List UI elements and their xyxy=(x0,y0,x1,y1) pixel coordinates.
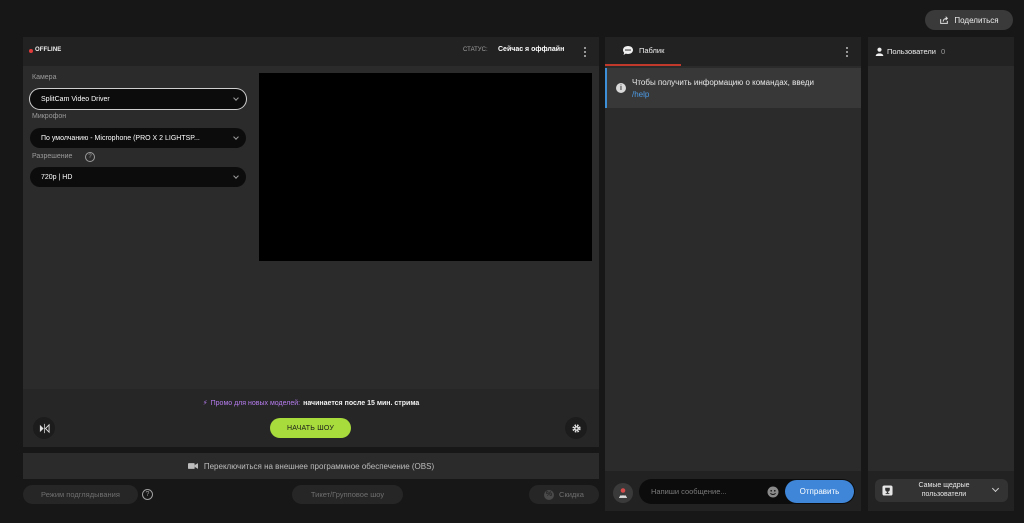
chevron-down-icon xyxy=(233,173,239,179)
users-panel: Пользователи 0 Самые щедрые пользователи xyxy=(868,37,1014,511)
spy-mode-help-icon[interactable]: ? xyxy=(142,489,153,500)
discount-button[interactable]: % Скидка xyxy=(529,485,599,504)
offline-indicator xyxy=(29,49,33,53)
microphone-value: По умолчанию - Microphone (PRO X 2 LIGHT… xyxy=(41,134,200,142)
share-icon xyxy=(940,16,949,24)
chat-bubble-icon xyxy=(623,46,633,55)
user-icon xyxy=(875,47,884,56)
camera-select[interactable]: SplitCam Video Driver xyxy=(30,89,246,109)
chevron-down-icon xyxy=(233,134,239,140)
ticket-group-show-button[interactable]: Тикет/Групповое шоу xyxy=(292,485,403,504)
start-show-button[interactable]: НАЧАТЬ ШОУ xyxy=(270,418,351,438)
status-value: Сейчас я оффлайн xyxy=(498,46,565,53)
status-label: СТАТУС: xyxy=(463,47,488,53)
chevron-down-icon xyxy=(233,95,239,101)
resolution-label: Разрешение xyxy=(32,153,73,160)
resolution-value: 720p | HD xyxy=(41,173,73,181)
obs-label: Переключиться на внешнее программное обе… xyxy=(203,461,435,471)
users-count: 0 xyxy=(940,47,946,56)
resolution-select[interactable]: 720p | HD xyxy=(30,167,246,187)
video-preview xyxy=(259,73,592,261)
chat-menu-button[interactable] xyxy=(843,45,851,59)
flip-video-icon xyxy=(39,423,50,433)
spy-mode-button[interactable]: Режим подглядывания xyxy=(23,485,138,504)
users-title: Пользователи xyxy=(887,47,936,56)
promo-text: начинается после 15 мин. стрима xyxy=(303,400,420,407)
broadcast-menu-button[interactable] xyxy=(581,45,589,59)
chat-composer: Отправить xyxy=(605,471,861,511)
users-header: Пользователи 0 xyxy=(868,37,1014,66)
info-text-body: Чтобы получить информацию о командах, вв… xyxy=(632,78,814,87)
chat-header: Паблик xyxy=(605,37,861,66)
send-button[interactable]: Отправить xyxy=(785,480,854,503)
users-footer: Самые щедрые пользователи xyxy=(868,471,1014,511)
info-icon: i xyxy=(616,83,626,93)
video-camera-icon xyxy=(187,463,198,469)
discount-label: Скидка xyxy=(559,490,584,499)
gear-icon xyxy=(571,423,581,433)
percent-icon: % xyxy=(544,489,555,500)
settings-button[interactable] xyxy=(565,417,587,439)
avatar[interactable] xyxy=(613,483,633,503)
message-field: Отправить xyxy=(639,479,855,504)
camera-value: SplitCam Video Driver xyxy=(41,95,110,103)
promo-title: Промо для новых моделей: xyxy=(210,400,301,407)
tab-public[interactable]: Паблик xyxy=(605,37,681,66)
promo-banner: ⚡︎ Промо для новых моделей: начинается пос… xyxy=(23,399,599,407)
resolution-help-icon[interactable]: ? xyxy=(85,152,95,162)
tab-public-label: Паблик xyxy=(639,46,665,55)
top-donors-label: Самые щедрые пользователи xyxy=(918,482,970,498)
trophy-icon xyxy=(882,485,893,496)
chat-info-message: i Чтобы получить информацию о командах, … xyxy=(605,68,861,108)
share-button[interactable]: Поделиться xyxy=(925,10,1013,30)
flip-video-button[interactable] xyxy=(33,417,55,439)
emoji-icon[interactable] xyxy=(767,486,779,498)
microphone-select[interactable]: По умолчанию - Microphone (PRO X 2 LIGHT… xyxy=(30,128,246,148)
message-input[interactable] xyxy=(651,485,763,498)
help-command-link[interactable]: /help xyxy=(632,89,856,101)
top-donors-dropdown[interactable]: Самые щедрые пользователи xyxy=(875,479,1008,502)
offline-label: OFFLINE xyxy=(35,47,62,53)
obs-switch-button[interactable]: Переключиться на внешнее программное обе… xyxy=(23,453,599,479)
microphone-label: Микрофон xyxy=(32,113,67,120)
info-text: Чтобы получить информацию о командах, вв… xyxy=(632,77,856,101)
share-label: Поделиться xyxy=(954,15,999,25)
broadcast-header: OFFLINE СТАТУС: Сейчас я оффлайн xyxy=(23,37,599,66)
camera-label: Камера xyxy=(32,74,57,81)
chat-panel: Паблик i Чтобы получить информацию о ком… xyxy=(605,37,861,511)
broadcast-panel: OFFLINE СТАТУС: Сейчас я оффлайн Камера … xyxy=(23,37,599,447)
lightning-icon: ⚡︎ xyxy=(202,400,208,407)
chevron-down-icon xyxy=(991,484,1000,493)
user-avatar-icon xyxy=(619,488,627,498)
